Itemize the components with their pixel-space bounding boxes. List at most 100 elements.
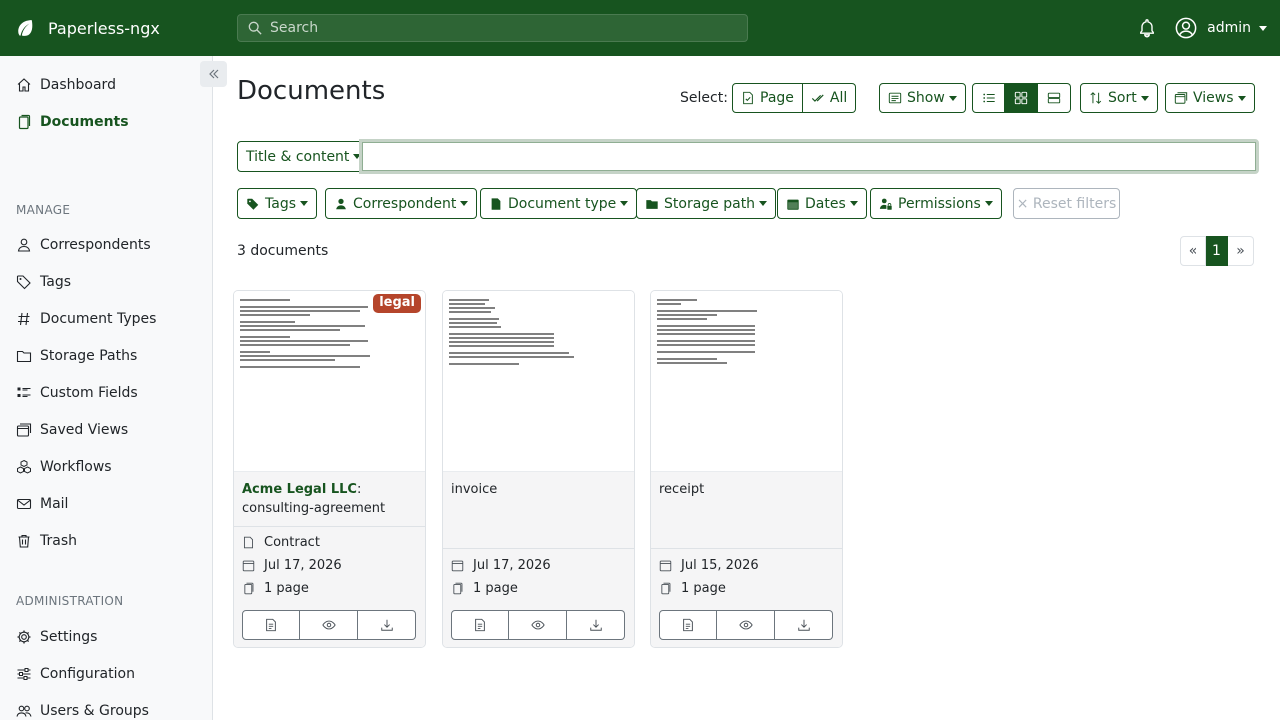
card-title: receipt: [651, 471, 842, 548]
document-thumbnail[interactable]: [651, 291, 842, 471]
sidebar-item-label: Tags: [40, 274, 71, 290]
files-icon: [18, 114, 31, 130]
chevron-down-icon: [300, 201, 308, 206]
card-pages: 1 page: [451, 581, 518, 596]
download-document-button[interactable]: [358, 610, 416, 640]
open-document-button[interactable]: [451, 610, 509, 640]
select-all-button[interactable]: All: [802, 83, 857, 113]
view-table-button[interactable]: [972, 83, 1005, 113]
sidebar-item-workflows[interactable]: Workflows: [16, 456, 112, 478]
bell-icon[interactable]: [1137, 18, 1157, 38]
dates-filter-dropdown[interactable]: Dates: [777, 188, 867, 219]
sidebar-item-users-groups[interactable]: Users & Groups: [16, 700, 149, 720]
select-label: Select:: [680, 90, 728, 106]
select-page-button[interactable]: Page: [732, 83, 803, 113]
select-button-group: Page All: [732, 83, 857, 113]
download-icon: [589, 619, 602, 631]
show-dropdown[interactable]: Show: [879, 83, 966, 113]
card-correspondent-link[interactable]: Acme Legal LLC: [242, 482, 357, 497]
open-document-button[interactable]: [659, 610, 717, 640]
file-fill-icon: [491, 197, 501, 210]
check-all-icon: [811, 94, 824, 102]
calendar-icon: [659, 560, 672, 572]
sort-dropdown[interactable]: Sort: [1080, 83, 1158, 113]
view-small-cards-button[interactable]: [1005, 83, 1038, 113]
card-pages-label: 1 page: [264, 581, 309, 596]
pagination-next[interactable]: »: [1228, 236, 1254, 266]
preview-document-button[interactable]: [509, 610, 567, 640]
card-pages-label: 1 page: [473, 581, 518, 596]
correspondent-filter-dropdown[interactable]: Correspondent: [325, 188, 478, 219]
tags-filter-dropdown[interactable]: Tags: [237, 188, 317, 219]
sidebar-item-saved-views[interactable]: Saved Views: [16, 419, 128, 441]
user-menu[interactable]: admin: [1207, 20, 1251, 36]
sidebar-item-configuration[interactable]: Configuration: [16, 663, 135, 685]
sidebar-item-tags[interactable]: Tags: [16, 271, 71, 293]
card-date-label: Jul 15, 2026: [681, 558, 759, 573]
hdd-stack-icon: [1047, 92, 1061, 104]
search-input[interactable]: [270, 20, 730, 36]
sidebar-collapse-button[interactable]: [200, 61, 227, 87]
sidebar-item-mail[interactable]: Mail: [16, 493, 68, 515]
chevron-down-icon: [1237, 95, 1246, 101]
download-document-button[interactable]: [567, 610, 625, 640]
chevron-down-icon: [460, 201, 469, 206]
sidebar-item-label: Settings: [40, 629, 98, 645]
page-title: Documents: [237, 76, 386, 106]
tag-badge-legal[interactable]: legal: [373, 294, 421, 313]
download-document-button[interactable]: [775, 610, 833, 640]
person-lock-icon: [879, 198, 892, 210]
card-document-type[interactable]: Contract: [242, 535, 320, 550]
sidebar-item-document-types[interactable]: Document Types: [16, 308, 156, 330]
card-date: Jul 17, 2026: [242, 558, 342, 573]
sidebar-item-label: Users & Groups: [40, 703, 149, 719]
tags-filter-label: Tags: [265, 195, 296, 212]
sidebar-item-settings[interactable]: Settings: [16, 626, 97, 648]
sidebar-item-correspondents[interactable]: Correspondents: [16, 234, 151, 256]
sidebar-item-trash[interactable]: Trash: [16, 530, 77, 552]
sidebar-item-dashboard[interactable]: Dashboard: [16, 74, 116, 96]
reset-filters-button[interactable]: × Reset filters: [1013, 188, 1120, 219]
pagination-page-1[interactable]: 1: [1206, 236, 1228, 266]
sidebar-item-storage-paths[interactable]: Storage Paths: [16, 345, 137, 367]
document-thumbnail[interactable]: [443, 291, 634, 471]
card-pages-label: 1 page: [681, 581, 726, 596]
text-filter-input[interactable]: [362, 142, 1256, 171]
user-circle-icon[interactable]: [1175, 17, 1197, 39]
storage-path-filter-dropdown[interactable]: Storage path: [636, 188, 777, 219]
document-thumbnail[interactable]: [234, 291, 425, 471]
double-chevron-left-icon: [208, 69, 218, 79]
select-all-label: All: [829, 90, 848, 106]
preview-document-button[interactable]: [300, 610, 358, 640]
card-title-text: receipt: [659, 482, 705, 497]
sliders-icon: [17, 668, 31, 680]
sidebar-item-custom-fields[interactable]: Custom Fields: [16, 382, 138, 404]
pagination-prev[interactable]: «: [1180, 236, 1206, 266]
chevron-down-icon: [759, 201, 768, 206]
permissions-filter-dropdown[interactable]: Permissions: [870, 188, 1002, 219]
sidebar: Dashboard Documents MANAGE Correspondent…: [0, 56, 227, 720]
open-document-button[interactable]: [242, 610, 300, 640]
document-count: 3 documents: [237, 243, 329, 259]
sidebar-item-documents[interactable]: Documents: [16, 111, 129, 133]
list-icon: [17, 387, 31, 398]
trash-icon: [18, 534, 30, 548]
card-title-text: consulting-agreement: [242, 501, 386, 516]
sidebar-item-label: Documents: [40, 114, 129, 130]
download-icon: [797, 619, 810, 631]
preview-document-button[interactable]: [717, 610, 775, 640]
card-meta: Contract Jul 17, 2026 1 page: [234, 526, 425, 647]
search-icon: [248, 21, 262, 35]
text-filter-mode-label: Title & content: [246, 148, 350, 165]
tag-fill-icon: [247, 198, 259, 210]
card-document-type-label: Contract: [264, 535, 320, 550]
card-date-label: Jul 17, 2026: [473, 558, 551, 573]
card-meta: Jul 15, 2026 1 page: [651, 548, 842, 647]
view-large-cards-button[interactable]: [1038, 83, 1071, 113]
global-search[interactable]: [237, 14, 748, 42]
text-filter-mode-dropdown[interactable]: Title & content: [237, 141, 371, 172]
views-dropdown[interactable]: Views: [1165, 83, 1255, 113]
eye-icon: [738, 620, 753, 630]
document-type-filter-dropdown[interactable]: Document type: [480, 188, 638, 219]
brand[interactable]: Paperless-ngx: [16, 19, 237, 38]
